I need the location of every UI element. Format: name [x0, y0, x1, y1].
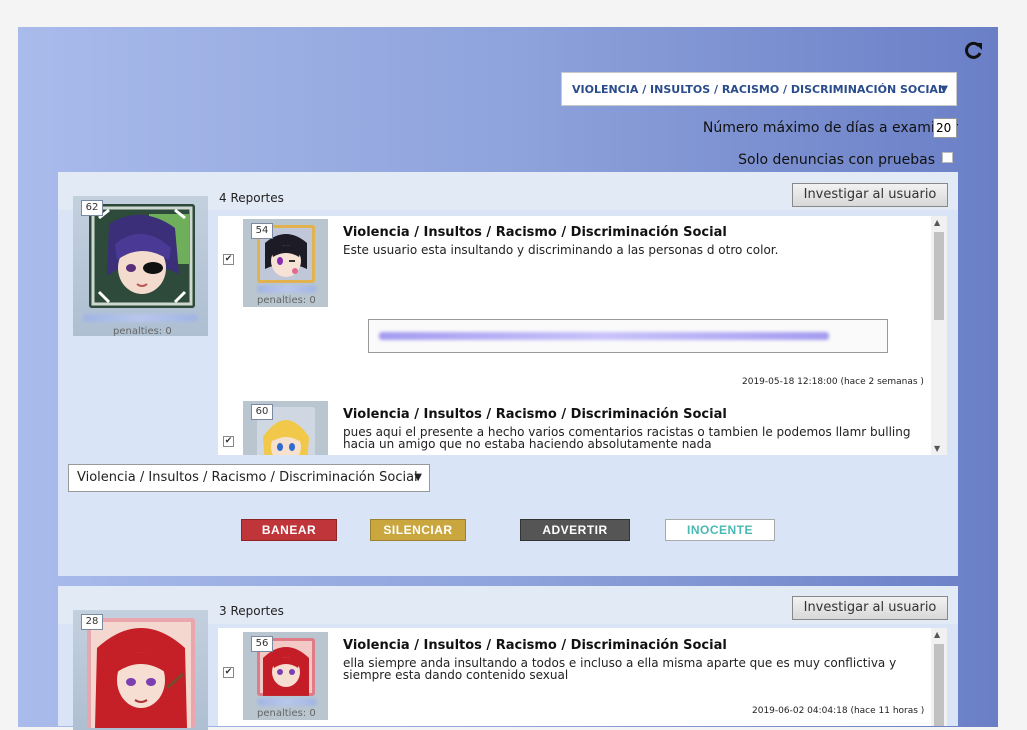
- scroll-thumb[interactable]: [934, 644, 944, 726]
- user-report-card: 28 3 Reportes Investigar al usuario ✔ 56: [58, 586, 958, 730]
- chevron-down-icon: ▼: [414, 472, 422, 483]
- level-badge: 54: [251, 223, 273, 239]
- proof-only-checkbox[interactable]: [942, 152, 953, 163]
- refresh-icon[interactable]: [962, 40, 984, 62]
- reporter-avatar-box: 60: [243, 401, 328, 455]
- scroll-thumb[interactable]: [934, 232, 944, 320]
- blurred-link: [379, 332, 829, 340]
- penalties-label: penalties: 0: [257, 708, 316, 719]
- reporter-avatar-box: 54 penalties: 0: [243, 219, 328, 307]
- scrollbar[interactable]: ▲: [931, 628, 947, 726]
- warn-button[interactable]: ADVERTIR: [520, 519, 630, 541]
- report-text-line: siempre esta dando contenido sexual: [343, 668, 569, 682]
- scroll-down-icon[interactable]: ▼: [934, 444, 940, 453]
- sanction-category-value: Violencia / Insultos / Racismo / Discrim…: [77, 470, 418, 485]
- report-checkbox[interactable]: ✔: [223, 254, 234, 265]
- level-badge: 56: [251, 636, 273, 652]
- reported-user-avatar-box: 62 penalties: 0: [73, 196, 208, 337]
- blurred-username: [257, 698, 317, 706]
- report-checkbox[interactable]: ✔: [223, 436, 234, 447]
- proof-only-label: Solo denuncias con pruebas: [738, 152, 935, 168]
- reported-user-avatar-box: 28: [73, 610, 208, 730]
- chevron-down-icon: ▼: [940, 84, 948, 95]
- reporter-avatar-box: 56 penalties: 0: [243, 632, 328, 720]
- report-text: Este usuario esta insultando y discrimin…: [343, 243, 779, 257]
- reports-list[interactable]: ✔ 54 penalties: 0 Violencia / Insultos /…: [218, 216, 947, 455]
- report-count: 3 Reportes: [219, 604, 284, 618]
- blurred-username: [257, 285, 317, 293]
- level-badge: 60: [251, 404, 273, 420]
- report-text-line: hacia un amigo que no estaba haciendo ab…: [343, 437, 712, 451]
- sanction-category-select[interactable]: Violencia / Insultos / Racismo / Discrim…: [68, 464, 430, 492]
- scroll-up-icon[interactable]: ▲: [934, 218, 940, 227]
- investigate-user-button[interactable]: Investigar al usuario: [792, 596, 948, 620]
- category-filter-select[interactable]: VIOLENCIA / INSULTOS / RACISMO / DISCRIM…: [561, 72, 957, 106]
- scrollbar[interactable]: ▲ ▼: [931, 216, 947, 455]
- ban-button[interactable]: BANEAR: [241, 519, 337, 541]
- report-title: Violencia / Insultos / Racismo / Discrim…: [343, 407, 727, 422]
- max-days-label: Número máximo de días a examinar: [702, 120, 958, 136]
- scroll-up-icon[interactable]: ▲: [934, 630, 940, 639]
- report-count: 4 Reportes: [219, 191, 284, 205]
- report-timestamp: 2019-05-18 12:18:00 (hace 2 semanas ): [742, 377, 924, 387]
- innocent-button[interactable]: INOCENTE: [665, 519, 775, 541]
- user-report-card: 62 penalties: 0 4 Reportes Investigar al…: [58, 172, 958, 576]
- report-checkbox[interactable]: ✔: [223, 667, 234, 678]
- avatar[interactable]: [89, 204, 195, 308]
- penalties-label: penalties: 0: [113, 326, 172, 337]
- max-days-input[interactable]: 20: [933, 118, 957, 138]
- avatar[interactable]: [87, 618, 195, 728]
- level-badge: 28: [81, 614, 103, 630]
- evidence-link[interactable]: [368, 319, 888, 353]
- penalties-label: penalties: 0: [257, 295, 316, 306]
- report-timestamp: 2019-06-02 04:04:18 (hace 11 horas ): [752, 706, 925, 716]
- report-title: Violencia / Insultos / Racismo / Discrim…: [343, 225, 727, 240]
- category-filter-value: VIOLENCIA / INSULTOS / RACISMO / DISCRIM…: [572, 83, 945, 96]
- reports-list[interactable]: ✔ 56 penalties: 0 Violencia / Insultos /…: [218, 628, 947, 726]
- report-title: Violencia / Insultos / Racismo / Discrim…: [343, 638, 727, 653]
- level-badge: 62: [81, 200, 103, 216]
- silence-button[interactable]: SILENCIAR: [370, 519, 466, 541]
- investigate-user-button[interactable]: Investigar al usuario: [792, 183, 948, 207]
- blurred-username: [83, 314, 198, 322]
